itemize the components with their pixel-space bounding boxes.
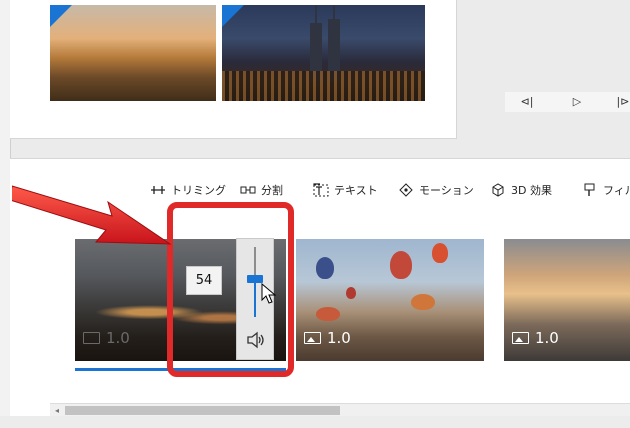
balloon-shape [432,243,448,263]
motion-button[interactable]: モーション [398,181,474,199]
filter-icon [582,183,598,197]
balloon-shape [346,287,356,299]
split-button[interactable]: 分割 [240,181,283,199]
clip-duration: 1.0 [304,329,351,347]
motion-label: モーション [419,184,474,197]
duration-value: 1.0 [327,329,351,347]
motion-icon [398,183,414,197]
added-corner-marker [222,5,244,27]
play-button[interactable]: ▷ [567,92,587,112]
project-library [10,0,457,139]
player-controls: ⊲| ▷ |⊳ [505,92,630,112]
duration-value: 1.0 [106,329,130,347]
3d-effects-icon [490,183,506,197]
text-button[interactable]: テキスト [313,181,378,199]
added-corner-marker [50,5,72,27]
trim-label: トリミング [171,184,226,197]
library-item-city[interactable] [222,5,425,101]
library-item-balloons[interactable] [50,5,216,101]
previous-frame-button[interactable]: ⊲| [517,92,537,112]
split-label: 分割 [261,184,283,197]
clip-duration: 1.0 [512,329,559,347]
text-icon [313,183,329,197]
storyboard-clip[interactable]: 1.0 [296,239,484,361]
image-icon [512,332,529,344]
split-icon [240,183,256,197]
balloon-shape [411,294,435,310]
balloon-shape [316,307,340,321]
horizontal-scrollbar[interactable]: ◂ [50,403,630,417]
3d-effects-label: 3D 効果 [511,184,552,197]
storyboard-clip[interactable]: 1.0 [504,239,630,361]
annotation-highlight-box [167,202,294,377]
image-icon [304,332,321,344]
bottom-edge [0,416,630,428]
text-label: テキスト [334,184,378,197]
3d-effects-button[interactable]: 3D 効果 [490,181,552,199]
balloon-shape [390,251,412,279]
duration-value: 1.0 [535,329,559,347]
filter-button[interactable]: フィル [582,181,630,199]
video-icon [83,332,100,344]
city-lights [222,71,425,101]
filter-label: フィル [603,184,630,197]
next-frame-button[interactable]: |⊳ [613,92,630,112]
annotation-arrow-icon [12,185,172,245]
scrollbar-thumb[interactable] [65,406,340,415]
clip-duration: 1.0 [83,329,130,347]
balloon-shape [316,257,334,279]
